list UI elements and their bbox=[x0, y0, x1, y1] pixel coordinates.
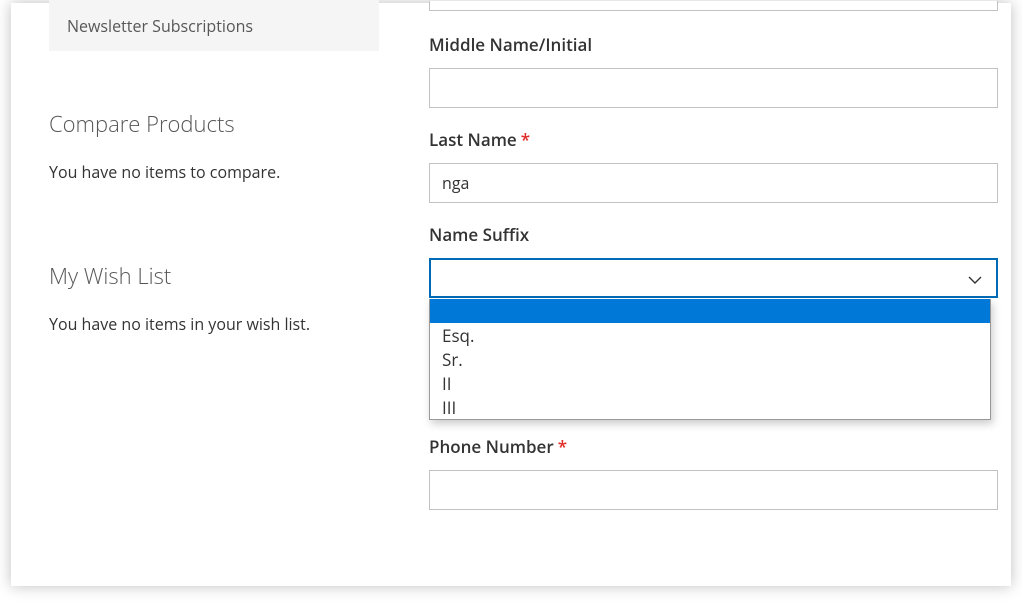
suffix-option-ii[interactable]: II bbox=[430, 371, 990, 395]
name-suffix-field: Name Suffix Esq. Sr. II III bbox=[429, 223, 999, 298]
required-mark: * bbox=[558, 435, 567, 458]
first-name-input-partial[interactable] bbox=[429, 1, 998, 11]
compare-products-block: Compare Products You have no items to co… bbox=[49, 109, 379, 183]
wishlist-block: My Wish List You have no items in your w… bbox=[49, 261, 379, 335]
wishlist-empty: You have no items in your wish list. bbox=[49, 313, 379, 335]
suffix-option-iii[interactable]: III bbox=[430, 395, 990, 419]
suffix-option-esq[interactable]: Esq. bbox=[430, 323, 990, 347]
middle-name-label: Middle Name/Initial bbox=[429, 33, 999, 56]
last-name-input[interactable] bbox=[429, 163, 998, 203]
chevron-down-icon bbox=[968, 267, 982, 289]
suffix-option-blank[interactable] bbox=[430, 299, 990, 323]
last-name-field: Last Name* bbox=[429, 128, 999, 203]
middle-name-input[interactable] bbox=[429, 68, 998, 108]
compare-products-title: Compare Products bbox=[49, 109, 379, 139]
compare-products-empty: You have no items to compare. bbox=[49, 161, 379, 183]
phone-number-label: Phone Number* bbox=[429, 435, 999, 458]
middle-name-field: Middle Name/Initial bbox=[429, 33, 999, 108]
phone-number-input[interactable] bbox=[429, 470, 998, 510]
required-mark: * bbox=[521, 128, 530, 151]
sidebar-item-newsletter[interactable]: Newsletter Subscriptions bbox=[49, 0, 379, 51]
last-name-label: Last Name* bbox=[429, 128, 999, 151]
name-suffix-label: Name Suffix bbox=[429, 223, 999, 246]
suffix-option-sr[interactable]: Sr. bbox=[430, 347, 990, 371]
wishlist-title: My Wish List bbox=[49, 261, 379, 291]
sidebar-item-label: Newsletter Subscriptions bbox=[67, 15, 253, 37]
phone-number-field: Phone Number* bbox=[429, 435, 999, 510]
name-suffix-select[interactable] bbox=[429, 258, 998, 298]
name-suffix-dropdown: Esq. Sr. II III bbox=[429, 299, 991, 420]
